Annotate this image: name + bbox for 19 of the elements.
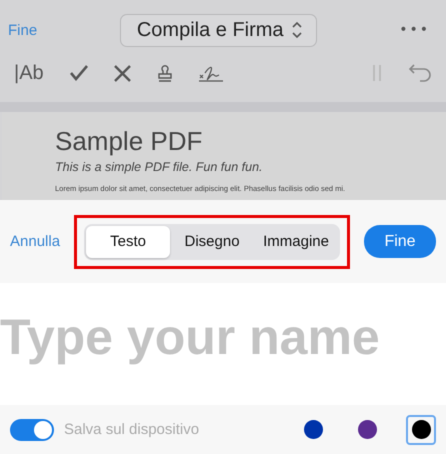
done-button[interactable]: Fine — [364, 225, 436, 258]
stamp-icon[interactable] — [156, 63, 173, 83]
mode-selector[interactable]: Compila e Firma — [120, 14, 317, 46]
more-button[interactable]: ••• — [399, 22, 438, 38]
checkmark-icon[interactable] — [70, 65, 88, 81]
chevron-up-down-icon — [292, 21, 302, 39]
cross-icon[interactable] — [114, 64, 131, 82]
document-title: Sample PDF — [55, 126, 204, 157]
segment-tab[interactable]: Disegno — [170, 226, 254, 258]
color-swatch[interactable] — [406, 414, 436, 444]
segment-tab[interactable]: Immagine — [254, 226, 338, 258]
document-subtitle: This is a simple PDF file. Fun fun fun. — [55, 160, 264, 174]
save-toggle[interactable] — [10, 418, 54, 440]
save-label: Salva sul dispositivo — [64, 421, 200, 438]
text-tool[interactable]: |Ab — [14, 62, 44, 84]
signature-input-field[interactable]: Type your name — [0, 308, 446, 380]
segment-tab[interactable]: Testo — [86, 226, 170, 258]
cancel-link[interactable]: Annulla — [10, 233, 60, 250]
done-link[interactable]: Fine — [8, 22, 38, 38]
